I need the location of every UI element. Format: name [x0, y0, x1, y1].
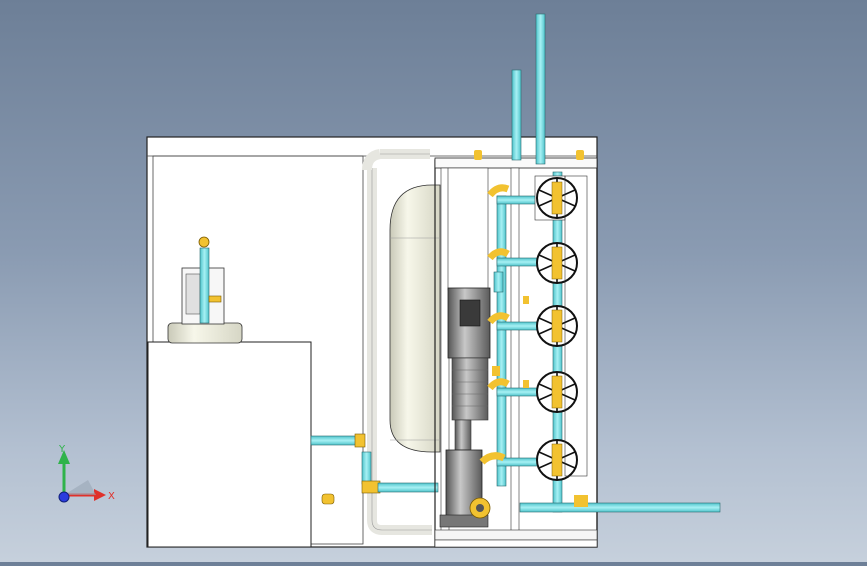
x-axis-label: X — [108, 491, 115, 502]
valve-wheel[interactable] — [536, 242, 578, 284]
valve-wheel[interactable] — [536, 439, 578, 481]
valve-wheel[interactable] — [534, 175, 578, 221]
y-axis-label: Y — [58, 444, 66, 455]
coordinate-triad-icon: X Y — [48, 440, 128, 510]
valve-wheel[interactable] — [536, 371, 578, 413]
cad-viewport[interactable] — [0, 0, 867, 562]
control-cabinet[interactable] — [147, 341, 312, 548]
model-view[interactable] — [0, 0, 867, 562]
valve-wheel[interactable] — [536, 305, 578, 347]
pressure-tank[interactable] — [389, 184, 441, 453]
